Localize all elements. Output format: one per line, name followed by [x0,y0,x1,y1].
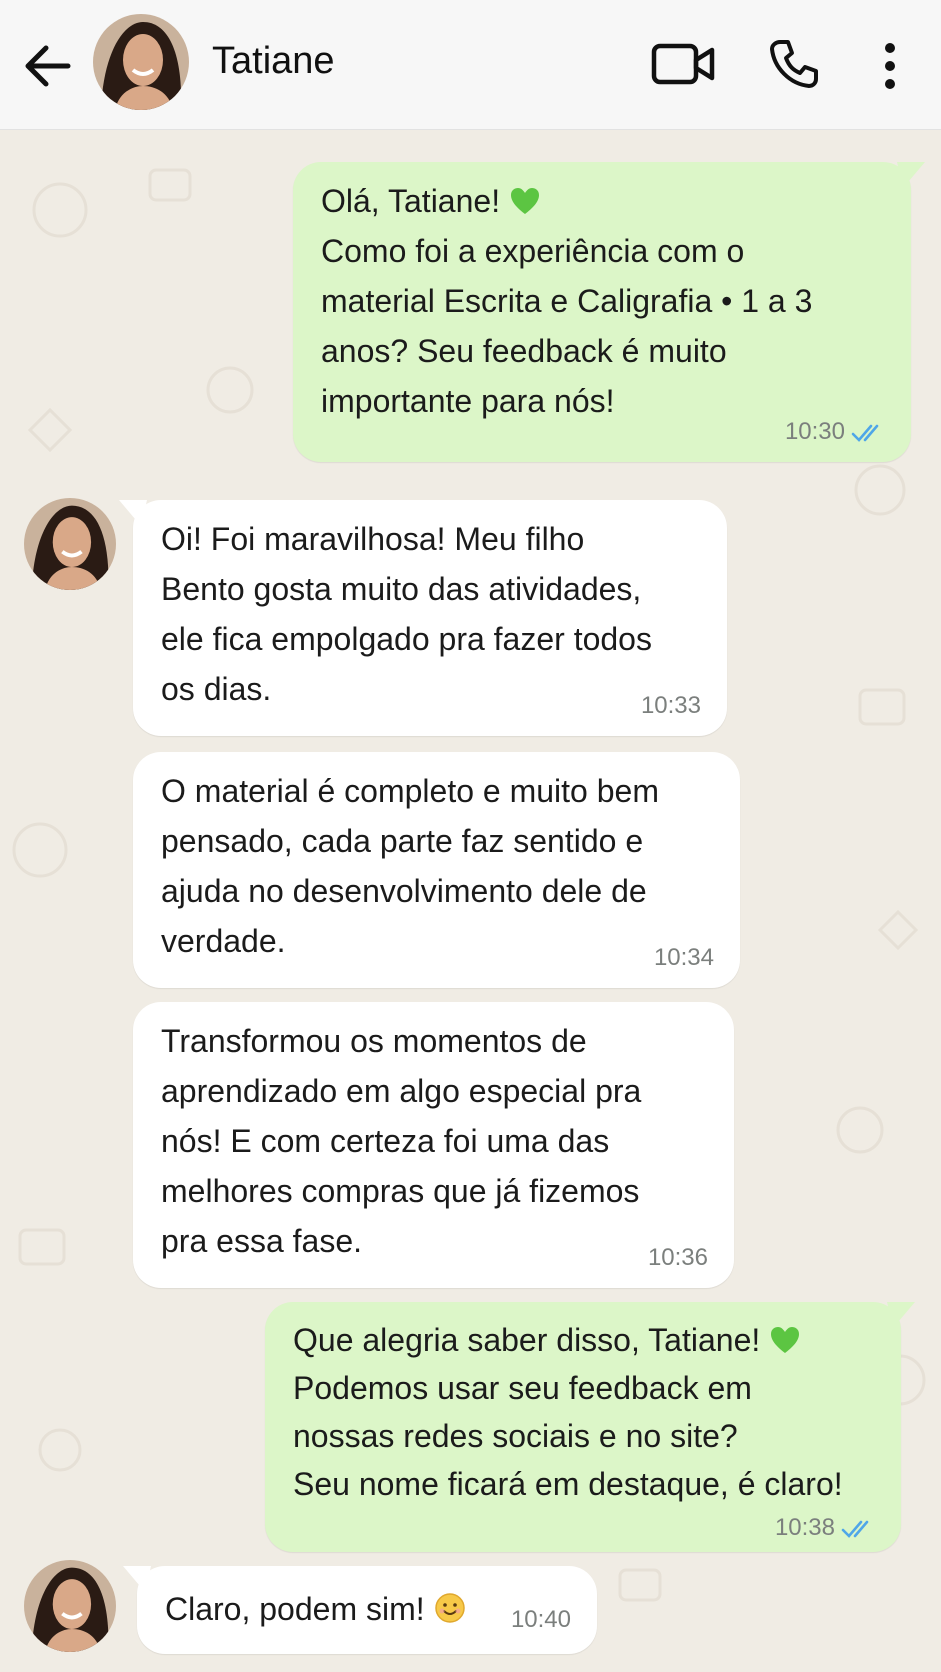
message-meta: 10:36 [648,1246,708,1270]
message-text: Claro, podem sim! [165,1584,569,1634]
sender-avatar[interactable] [24,1560,116,1652]
message-text: Que alegria saber disso, Tatiane! Podemo… [293,1322,843,1502]
green-heart-icon [510,188,539,214]
message-bubble-outgoing[interactable]: Olá, Tatiane! Como foi a experiência com… [293,162,925,462]
message-text: Olá, Tatiane! Como foi a experiência com… [321,183,813,419]
chat-background[interactable]: Olá, Tatiane! Como foi a experiência com… [0,130,941,1672]
bubble-tail [119,500,147,526]
bubble-tail [887,1302,915,1328]
bubble-tail [897,162,925,188]
message-bubble-outgoing[interactable]: Que alegria saber disso, Tatiane! Podemo… [265,1302,915,1552]
voice-call-button[interactable] [766,36,822,92]
message-text: Oi! Foi maravilhosa! Meu filho Bento gos… [161,521,652,707]
read-ticks-icon [841,1520,869,1538]
contact-avatar[interactable] [93,14,189,110]
profile-photo [93,14,189,110]
message-bubble-incoming[interactable]: Oi! Foi maravilhosa! Meu filho Bento gos… [119,500,727,736]
video-call-button[interactable] [650,38,718,90]
green-heart-icon [771,1327,800,1353]
bubble-tail [123,1566,151,1592]
message-bubble-incoming[interactable]: O material é completo e muito bem pensad… [133,752,740,988]
phone-icon [770,40,818,88]
message-text: Transformou os momentos de aprendizado e… [161,1023,642,1259]
more-vertical-icon [885,43,895,89]
message-bubble-incoming[interactable]: Claro, podem sim! 10:40 [123,1566,597,1654]
message-time: 10:38 [774,1514,835,1541]
message-text: O material é completo e muito bem pensad… [161,773,659,959]
message-meta: 10:34 [654,946,714,970]
sender-avatar[interactable] [24,498,116,590]
message-meta: 10:40 [511,1608,571,1632]
contact-name[interactable]: Tatiane [212,40,335,83]
message-bubble-incoming[interactable]: Transformou os momentos de aprendizado e… [133,1002,734,1288]
back-button[interactable] [20,38,76,94]
profile-photo [24,498,116,590]
message-meta: 10:33 [641,694,701,718]
chat-header: Tatiane [0,0,941,130]
more-options-button[interactable] [870,38,910,94]
video-call-icon [651,43,715,85]
message-time: 10:36 [647,1244,708,1271]
message-meta: 10:30 [785,420,885,444]
back-arrow-icon [25,45,71,87]
message-time: 10:40 [510,1606,571,1633]
read-ticks-icon [851,424,879,442]
message-time: 10:33 [640,692,701,719]
message-time: 10:34 [653,944,714,971]
smiling-face-icon [434,1593,465,1623]
profile-photo [24,1560,116,1652]
message-meta: 10:38 [775,1516,875,1540]
message-time: 10:30 [784,418,845,445]
